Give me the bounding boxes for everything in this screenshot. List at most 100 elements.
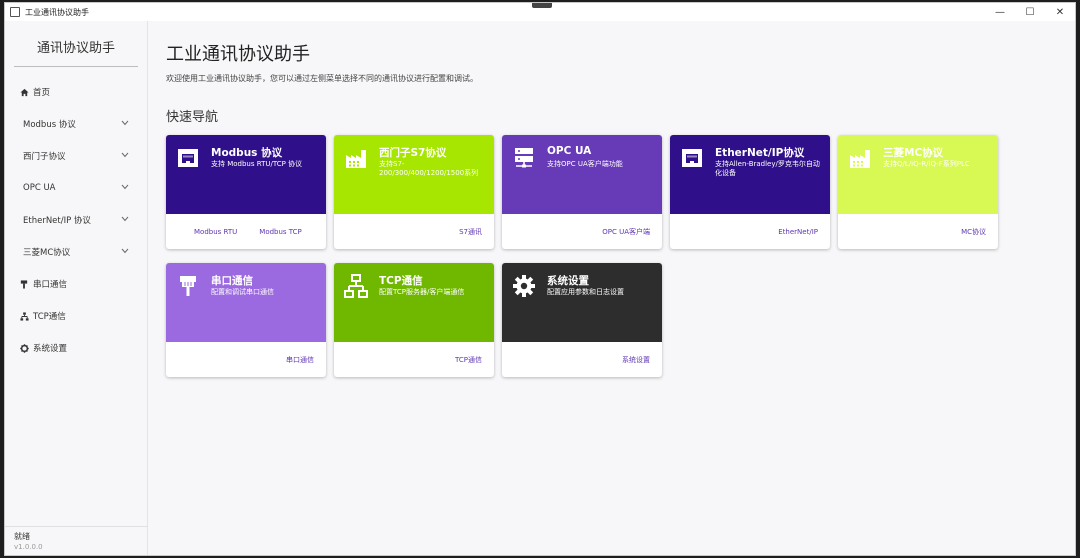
sidebar-item-serial[interactable]: 串口通信 (5, 269, 148, 299)
link-ethernetip[interactable]: EtherNet/IP (778, 228, 818, 236)
card-mitsubishi[interactable]: 三菱MC协议 支持Q/L/iQ-R/iQ-F系列PLC MC协议 (838, 135, 998, 249)
window-title: 工业通讯协议助手 (25, 7, 89, 17)
card-actions: MC协议 (838, 214, 998, 249)
sidebar-item-mitsubishi[interactable]: 三菱MC协议 (5, 237, 148, 267)
card-title: 串口通信 (211, 275, 253, 287)
network-icon (19, 311, 29, 321)
card-siemens[interactable]: 西门子S7协议 支持S7-200/300/400/1200/1500系列 S7通… (334, 135, 494, 249)
card-tcp[interactable]: TCP通信 配置TCP服务器/客户端通信 TCP通信 (334, 263, 494, 377)
link-mc[interactable]: MC协议 (961, 227, 986, 237)
card-description: 支持Allen-Bradley/罗克韦尔自动化设备 (715, 160, 820, 177)
card-header: 系统设置 配置应用参数和日志设置 (502, 263, 662, 342)
link-settings[interactable]: 系统设置 (622, 355, 650, 365)
card-title: Modbus 协议 (211, 147, 283, 159)
sidebar-item-label: 三菱MC协议 (23, 248, 71, 258)
sidebar-header: 通讯协议助手 (14, 35, 138, 67)
chevron-down-icon (121, 248, 129, 254)
sidebar-item-home[interactable]: 首页 (5, 77, 148, 107)
home-icon (19, 88, 29, 97)
card-title: OPC UA (547, 145, 592, 157)
sidebar-item-label: 西门子协议 (23, 152, 66, 162)
factory-icon (346, 150, 366, 168)
link-modbus-tcp[interactable]: Modbus TCP (259, 228, 302, 236)
sidebar-item-opcua[interactable]: OPC UA (5, 173, 148, 203)
status-text: 就绪 (14, 532, 30, 541)
card-actions: EtherNet/IP (670, 214, 830, 249)
link-tcp[interactable]: TCP通信 (455, 355, 482, 365)
serial-plug-icon (19, 279, 29, 289)
card-opcua[interactable]: OPC UA 支持OPC UA客户端功能 OPC UA客户端 (502, 135, 662, 249)
card-header: Modbus 协议 支持 Modbus RTU/TCP 协议 (166, 135, 326, 214)
card-serial[interactable]: 串口通信 配置和调试串口通信 串口通信 (166, 263, 326, 377)
card-header: OPC UA 支持OPC UA客户端功能 (502, 135, 662, 214)
ethernet-port-icon (682, 149, 702, 167)
card-header: EtherNet/IP协议 支持Allen-Bradley/罗克韦尔自动化设备 (670, 135, 830, 214)
sidebar-item-label: Modbus 协议 (23, 120, 76, 130)
server-icon (515, 148, 533, 168)
minimize-button[interactable]: — (985, 3, 1015, 21)
card-actions: 系统设置 (502, 342, 662, 377)
section-title: 快速导航 (166, 110, 219, 125)
card-description: 支持OPC UA客户端功能 (547, 160, 623, 168)
factory-icon (850, 150, 870, 168)
sidebar-item-tcp[interactable]: TCP通信 (5, 301, 148, 331)
card-actions: Modbus RTU Modbus TCP (166, 214, 326, 249)
link-serial[interactable]: 串口通信 (286, 355, 314, 365)
card-description: 支持Q/L/iQ-R/iQ-F系列PLC (883, 160, 970, 168)
serial-plug-icon (180, 276, 196, 296)
card-description: 支持 Modbus RTU/TCP 协议 (211, 160, 303, 168)
sidebar-item-modbus[interactable]: Modbus 协议 (5, 109, 148, 139)
card-actions: 串口通信 (166, 342, 326, 377)
gear-icon (19, 343, 29, 353)
card-header: 西门子S7协议 支持S7-200/300/400/1200/1500系列 (334, 135, 494, 214)
card-title: 系统设置 (547, 275, 589, 287)
chevron-down-icon (121, 184, 129, 190)
card-title: 三菱MC协议 (883, 147, 944, 159)
card-title: TCP通信 (379, 275, 423, 287)
card-header: 串口通信 配置和调试串口通信 (166, 263, 326, 342)
sidebar-item-label: OPC UA (23, 183, 56, 193)
divider (5, 526, 148, 527)
card-actions: OPC UA客户端 (502, 214, 662, 249)
app-icon (10, 7, 20, 17)
sidebar-item-label: 首页 (33, 88, 51, 98)
sidebar-item-label: TCP通信 (33, 312, 66, 322)
ethernet-port-icon (178, 149, 198, 167)
link-modbus-rtu[interactable]: Modbus RTU (194, 228, 237, 236)
title-bar: 工业通讯协议助手 — ☐ ✕ (5, 3, 1075, 21)
card-title: 西门子S7协议 (379, 147, 447, 159)
chevron-down-icon (121, 152, 129, 158)
sidebar-item-ethernetip[interactable]: EtherNet/IP 协议 (5, 205, 148, 235)
card-actions: S7通讯 (334, 214, 494, 249)
card-ethernetip[interactable]: EtherNet/IP协议 支持Allen-Bradley/罗克韦尔自动化设备 … (670, 135, 830, 249)
sidebar-item-settings[interactable]: 系统设置 (5, 333, 148, 363)
card-description: 配置应用参数和日志设置 (547, 288, 624, 296)
sidebar: 通讯协议助手 首页 Modbus 协议 西门子协议 OPC UA EtherNe… (5, 21, 148, 555)
link-s7[interactable]: S7通讯 (459, 227, 482, 237)
close-button[interactable]: ✕ (1045, 3, 1075, 21)
card-header: 三菱MC协议 支持Q/L/iQ-R/iQ-F系列PLC (838, 135, 998, 214)
sidebar-item-label: 串口通信 (33, 280, 68, 290)
network-icon (344, 274, 368, 298)
gear-icon (513, 275, 535, 297)
sidebar-item-siemens[interactable]: 西门子协议 (5, 141, 148, 171)
maximize-button[interactable]: ☐ (1015, 3, 1045, 21)
card-description: 支持S7-200/300/400/1200/1500系列 (379, 160, 479, 177)
card-description: 配置和调试串口通信 (211, 288, 274, 296)
card-modbus[interactable]: Modbus 协议 支持 Modbus RTU/TCP 协议 Modbus RT… (166, 135, 326, 249)
drag-handle[interactable] (532, 3, 552, 8)
card-settings[interactable]: 系统设置 配置应用参数和日志设置 系统设置 (502, 263, 662, 377)
card-title: EtherNet/IP协议 (715, 147, 805, 159)
card-header: TCP通信 配置TCP服务器/客户端通信 (334, 263, 494, 342)
page-title: 工业通讯协议助手 (166, 44, 310, 65)
chevron-down-icon (121, 216, 129, 222)
chevron-down-icon (121, 120, 129, 126)
sidebar-item-label: 系统设置 (33, 344, 68, 354)
sidebar-item-label: EtherNet/IP 协议 (23, 216, 91, 226)
card-actions: TCP通信 (334, 342, 494, 377)
app-window: 工业通讯协议助手 — ☐ ✕ 通讯协议助手 首页 Modbus 协议 西门子协议… (4, 2, 1076, 556)
link-opcua-client[interactable]: OPC UA客户端 (602, 227, 650, 237)
version-text: v1.0.0.0 (14, 543, 43, 551)
card-description: 配置TCP服务器/客户端通信 (379, 288, 465, 296)
page-description: 欢迎使用工业通讯协议助手，您可以通过左侧菜单选择不同的通讯协议进行配置和调试。 (166, 74, 478, 83)
